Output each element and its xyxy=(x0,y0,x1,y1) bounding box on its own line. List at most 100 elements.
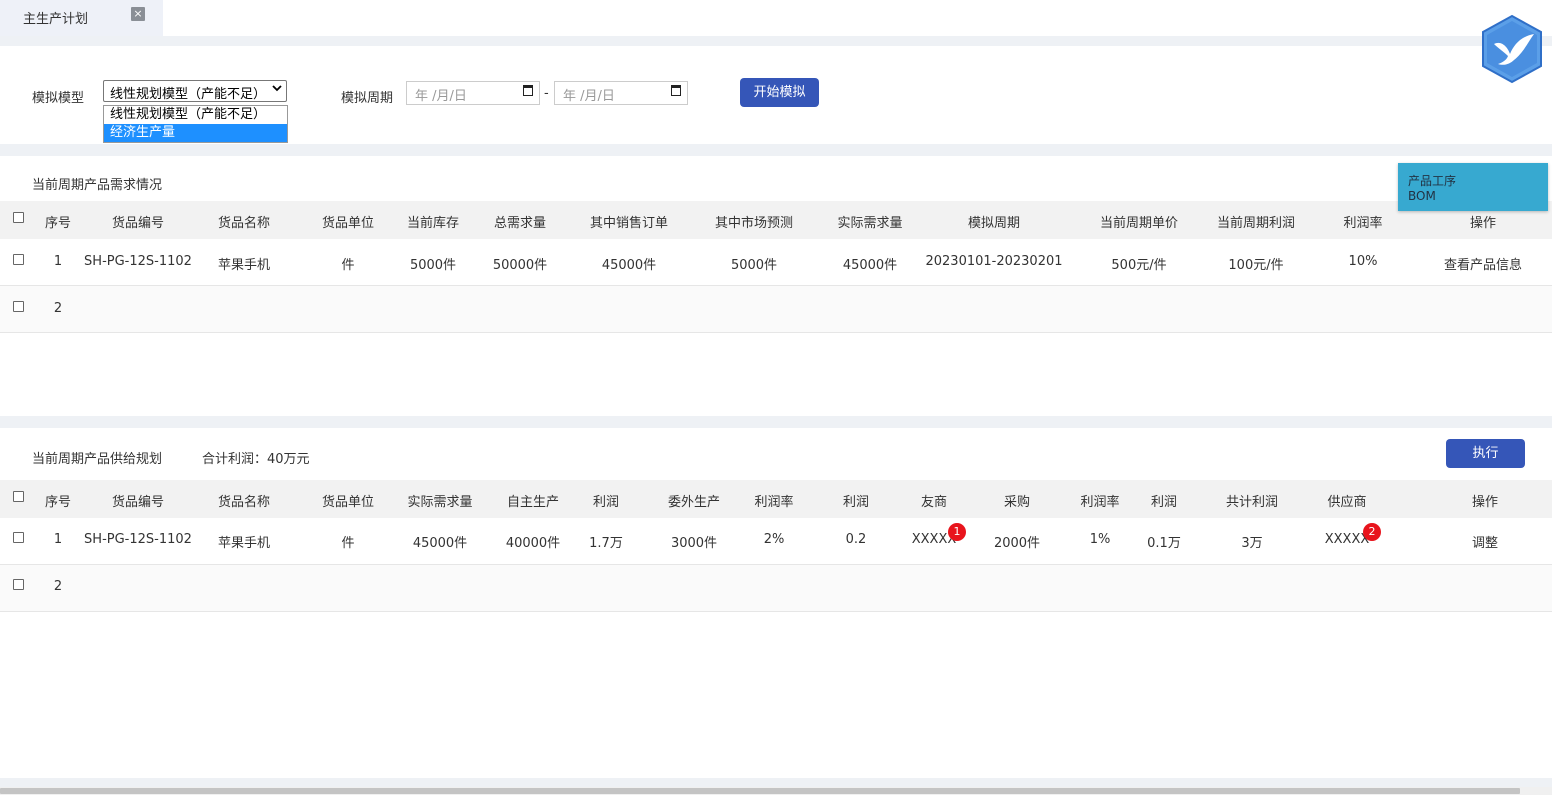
side-menu-item-process[interactable]: 产品工序 xyxy=(1408,174,1538,189)
scrollbar-thumb[interactable] xyxy=(0,788,1520,794)
row-action-link[interactable]: 查看产品信息 xyxy=(1444,254,1522,273)
header-col-profit-rate: 利润率 xyxy=(1343,216,1383,231)
cell-col-product-name: 苹果手机 xyxy=(217,258,271,273)
date-placeholder: 年 /月/日 xyxy=(415,89,467,104)
cell-col-total-profit: 3万 xyxy=(1241,536,1263,551)
header-col-unit-price: 当前周期单价 xyxy=(1099,216,1179,231)
header-col-profit: 利润 xyxy=(1150,495,1178,510)
table-row: 2 xyxy=(0,565,1552,612)
header-col-product-code: 货品编号 xyxy=(111,216,165,231)
table-row: 1 SH-PG-12S-1102 苹果手机 件 5000件 50000件 45000件 500… xyxy=(0,239,1552,286)
cell-col-period: 20230101-20230201 xyxy=(925,254,1063,269)
header-col-outsourcing: 委外生产 xyxy=(667,495,721,510)
cell-col-sales-orders: 45000件 xyxy=(601,258,657,273)
supply-table-header: 序号 货品编号 货品名称 货品单位 实际需求量 自主生产 利润 委外生产 利润率 利润 友商 采购 利润… xyxy=(0,480,1552,518)
cell-col-purchase: 2000件 xyxy=(993,536,1041,551)
cell-col-index: 1 xyxy=(53,532,63,547)
header-col-total-profit: 共计利润 xyxy=(1225,495,1279,510)
cell-col-index: 2 xyxy=(53,579,63,594)
execute-button[interactable]: 执行 xyxy=(1446,439,1525,468)
select-all-checkbox[interactable] xyxy=(13,491,24,502)
header-col-index: 序号 xyxy=(44,495,72,510)
tab-master-production-plan[interactable]: 主生产计划 × xyxy=(0,0,163,36)
header-col-supplier: 供应商 xyxy=(1327,495,1367,510)
side-menu: 产品工序 BOM xyxy=(1398,163,1548,211)
cell-col-index: 2 xyxy=(53,301,63,316)
partner-count-badge: 1 xyxy=(948,523,966,541)
cell-col-product-name: 苹果手机 xyxy=(217,536,271,551)
cell-col-profit-rate: 1% xyxy=(1089,532,1111,547)
header-col-profit-rate: 利润率 xyxy=(754,495,794,510)
supply-title: 当前周期产品供给规划 xyxy=(32,452,163,467)
cell-col-actual-demand: 45000件 xyxy=(842,258,898,273)
side-menu-item-bom[interactable]: BOM xyxy=(1408,189,1538,204)
demand-table-header: 序号 货品编号 货品名称 货品单位 当前库存 总需求量 其中销售订单 其中市场预测 实际需求量 模… xyxy=(0,201,1552,239)
header-col-stock: 当前库存 xyxy=(406,216,460,231)
header-col-index: 序号 xyxy=(44,216,72,231)
header-col-profit: 利润 xyxy=(842,495,870,510)
row-action-link[interactable]: 调整 xyxy=(1472,532,1498,551)
table-row: 2 xyxy=(0,286,1552,333)
cell-col-total-demand: 50000件 xyxy=(492,258,548,273)
model-option-selected[interactable]: 经济生产量 xyxy=(104,124,287,142)
row-checkbox[interactable] xyxy=(13,532,24,543)
close-icon[interactable]: × xyxy=(131,7,145,21)
cell-col-outsourcing: 3000件 xyxy=(670,536,718,551)
row-checkbox[interactable] xyxy=(13,579,24,590)
end-date-input[interactable]: 年 /月/日 xyxy=(554,81,688,105)
total-profit: 合计利润：40万元 xyxy=(202,452,310,467)
header-col-action: 操作 xyxy=(1471,495,1499,510)
cell-col-unit: 件 xyxy=(341,258,355,273)
horizontal-scrollbar[interactable] xyxy=(0,787,1552,795)
date-separator: - xyxy=(544,86,549,101)
calendar-icon[interactable] xyxy=(671,85,681,96)
model-label: 模拟模型 xyxy=(32,91,85,106)
header-col-purchase: 采购 xyxy=(1003,495,1031,510)
header-col-product-name: 货品名称 xyxy=(217,216,271,231)
cell-col-unit: 件 xyxy=(341,536,355,551)
table-row: 1 SH-PG-12S-1102 苹果手机 件 45000件 40000件 1.7万 3000… xyxy=(0,518,1552,565)
header-col-profit: 利润 xyxy=(592,495,620,510)
header-col-actual-demand: 实际需求量 xyxy=(407,495,473,510)
header-col-unit: 货品单位 xyxy=(321,216,375,231)
cell-col-profit-rate: 10% xyxy=(1348,254,1378,269)
header-col-self-production: 自主生产 xyxy=(506,495,560,510)
bird-logo-icon xyxy=(1482,14,1542,84)
demand-title: 当前周期产品需求情况 xyxy=(32,178,163,193)
cell-col-product-code: SH-PG-12S-1102 xyxy=(84,254,192,269)
tab-bar: 主生产计划 × xyxy=(0,0,1552,36)
cell-col-profit-rate: 2% xyxy=(763,532,785,547)
header-col-unit: 货品单位 xyxy=(321,495,375,510)
cell-col-market-forecast: 5000件 xyxy=(730,258,778,273)
calendar-icon[interactable] xyxy=(523,85,533,96)
header-col-sales-orders: 其中销售订单 xyxy=(589,216,669,231)
cell-col-profit: 0.1万 xyxy=(1147,536,1181,551)
model-option[interactable]: 线性规划模型（产能不足） xyxy=(104,106,287,124)
row-checkbox[interactable] xyxy=(13,301,24,312)
model-select-value: 线性规划模型（产能不足） xyxy=(110,87,267,102)
tab-label: 主生产计划 xyxy=(23,12,89,27)
header-col-period: 模拟周期 xyxy=(967,216,1021,231)
cell-col-self-production: 40000件 xyxy=(505,536,561,551)
select-all-checkbox[interactable] xyxy=(13,212,24,223)
cell-col-index: 1 xyxy=(53,254,63,269)
cell-col-stock: 5000件 xyxy=(409,258,457,273)
cell-col-profit: 1.7万 xyxy=(589,536,623,551)
period-label: 模拟周期 xyxy=(341,91,394,106)
cell-col-actual-demand: 45000件 xyxy=(412,536,468,551)
start-date-input[interactable]: 年 /月/日 xyxy=(406,81,540,105)
row-checkbox[interactable] xyxy=(13,254,24,265)
header-col-market-forecast: 其中市场预测 xyxy=(714,216,794,231)
cell-col-product-code: SH-PG-12S-1102 xyxy=(84,532,192,547)
header-col-profit-rate: 利润率 xyxy=(1080,495,1120,510)
cell-col-unit-price: 500元/件 xyxy=(1111,258,1167,273)
cell-col-profit: 100元/件 xyxy=(1228,258,1284,273)
date-placeholder: 年 /月/日 xyxy=(563,89,615,104)
header-col-profit: 当前周期利润 xyxy=(1216,216,1296,231)
model-select[interactable]: 线性规划模型（产能不足） xyxy=(103,80,287,102)
start-simulation-button[interactable]: 开始模拟 xyxy=(740,78,819,107)
header-col-action: 操作 xyxy=(1469,216,1497,231)
cell-col-profit: 0.2 xyxy=(845,532,867,547)
simulation-panel: 模拟模型 线性规划模型（产能不足） 线性规划模型（产能不足） 经济生产量 模拟周… xyxy=(0,46,1552,144)
chevron-down-icon xyxy=(272,83,282,96)
